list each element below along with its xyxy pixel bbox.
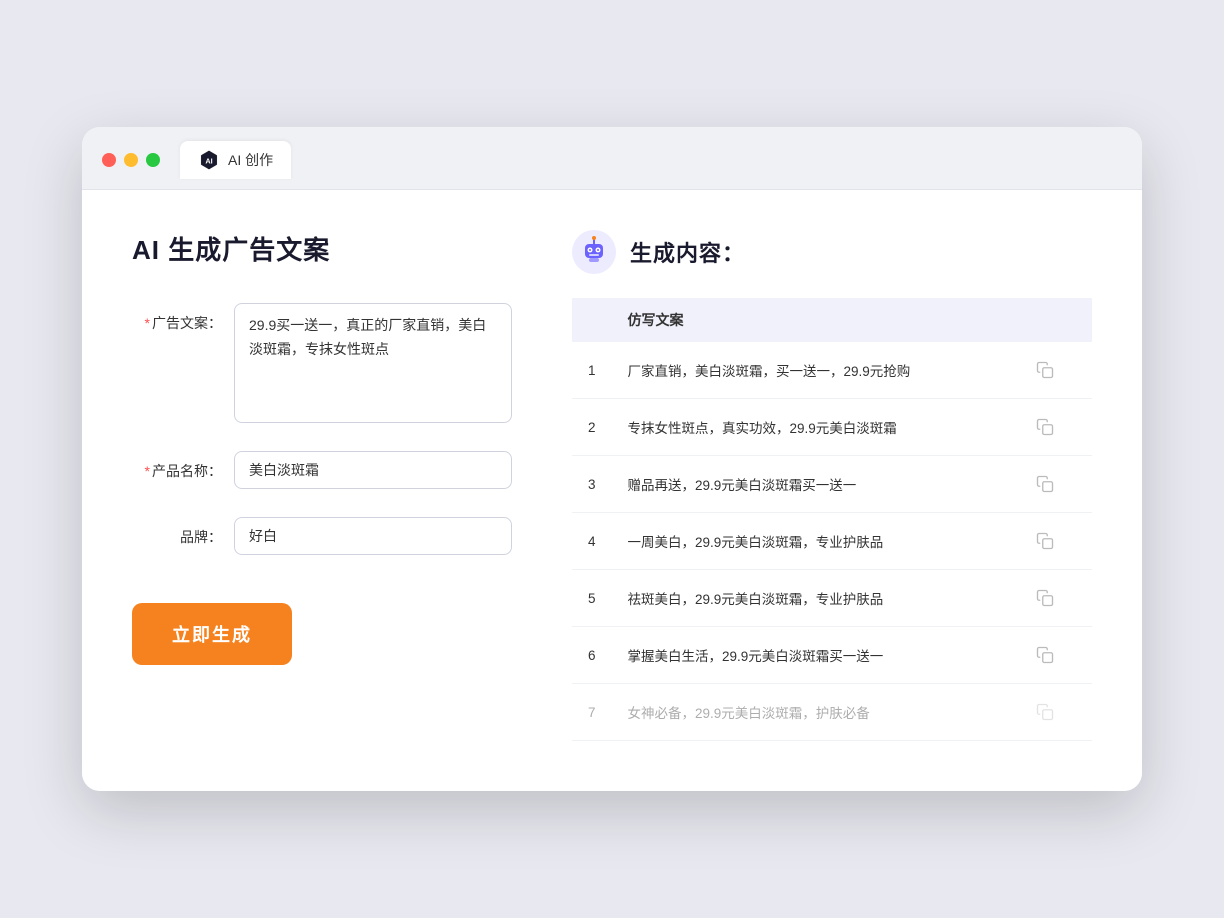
ai-tab[interactable]: AI AI 创作 [180,141,291,179]
svg-text:AI: AI [205,157,212,166]
product-name-label: *产品名称： [132,451,222,481]
table-row: 1厂家直销，美白淡斑霜，买一送一，29.9元抢购 [572,342,1092,399]
copy-button[interactable] [1031,527,1059,555]
table-header-row: 仿写文案 [572,298,1092,342]
copy-button[interactable] [1031,356,1059,384]
ai-tab-icon: AI [198,149,220,171]
copy-button[interactable] [1031,641,1059,669]
copy-cell [1015,456,1092,513]
col-copy: 仿写文案 [612,298,1016,342]
ad-copy-group: *广告文案： 29.9买一送一，真正的厂家直销，美白淡斑霜，专抹女性斑点 [132,303,512,423]
col-action [1015,298,1092,342]
ad-copy-input[interactable]: 29.9买一送一，真正的厂家直销，美白淡斑霜，专抹女性斑点 [234,303,512,423]
copy-button[interactable] [1031,698,1059,726]
titlebar: AI AI 创作 [82,127,1142,190]
copy-cell [1015,513,1092,570]
left-panel: AI 生成广告文案 *广告文案： 29.9买一送一，真正的厂家直销，美白淡斑霜，… [132,230,512,741]
results-table: 仿写文案 1厂家直销，美白淡斑霜，买一送一，29.9元抢购 2专抹女性斑点，真实… [572,298,1092,741]
close-button[interactable] [102,153,116,167]
row-number: 4 [572,513,612,570]
row-text: 专抹女性斑点，真实功效，29.9元美白淡斑霜 [612,399,1016,456]
row-number: 5 [572,570,612,627]
table-row: 3赠品再送，29.9元美白淡斑霜买一送一 [572,456,1092,513]
brand-label: 品牌： [132,517,222,547]
row-number: 7 [572,684,612,741]
row-text: 女神必备，29.9元美白淡斑霜，护肤必备 [612,684,1016,741]
copy-cell [1015,684,1092,741]
generate-button[interactable]: 立即生成 [132,603,292,665]
required-star-2: * [145,463,150,479]
copy-button[interactable] [1031,470,1059,498]
table-row: 5祛斑美白，29.9元美白淡斑霜，专业护肤品 [572,570,1092,627]
col-num [572,298,612,342]
row-number: 3 [572,456,612,513]
row-text: 一周美白，29.9元美白淡斑霜，专业护肤品 [612,513,1016,570]
right-header: 生成内容： [572,230,1092,274]
brand-input[interactable] [234,517,512,555]
main-content: AI 生成广告文案 *广告文案： 29.9买一送一，真正的厂家直销，美白淡斑霜，… [82,190,1142,791]
right-title: 生成内容： [630,236,745,268]
copy-button[interactable] [1031,413,1059,441]
product-name-input[interactable] [234,451,512,489]
row-text: 掌握美白生活，29.9元美白淡斑霜买一送一 [612,627,1016,684]
row-number: 1 [572,342,612,399]
window-controls [102,153,160,167]
table-row: 2专抹女性斑点，真实功效，29.9元美白淡斑霜 [572,399,1092,456]
row-text: 厂家直销，美白淡斑霜，买一送一，29.9元抢购 [612,342,1016,399]
ai-robot-icon [572,230,616,274]
table-row: 7女神必备，29.9元美白淡斑霜，护肤必备 [572,684,1092,741]
copy-button[interactable] [1031,584,1059,612]
row-text: 赠品再送，29.9元美白淡斑霜买一送一 [612,456,1016,513]
row-text: 祛斑美白，29.9元美白淡斑霜，专业护肤品 [612,570,1016,627]
table-row: 6掌握美白生活，29.9元美白淡斑霜买一送一 [572,627,1092,684]
copy-cell [1015,570,1092,627]
brand-group: 品牌： [132,517,512,555]
minimize-button[interactable] [124,153,138,167]
required-star: * [145,315,150,331]
copy-cell [1015,399,1092,456]
row-number: 2 [572,399,612,456]
browser-window: AI AI 创作 AI 生成广告文案 *广告文案： 29.9买一送一，真正的厂家… [82,127,1142,791]
table-row: 4一周美白，29.9元美白淡斑霜，专业护肤品 [572,513,1092,570]
copy-cell [1015,627,1092,684]
row-number: 6 [572,627,612,684]
page-title: AI 生成广告文案 [132,230,512,267]
maximize-button[interactable] [146,153,160,167]
tab-label: AI 创作 [228,150,273,170]
copy-cell [1015,342,1092,399]
ad-copy-label: *广告文案： [132,303,222,333]
right-panel: 生成内容： 仿写文案 1厂家直销，美白淡斑霜，买一送一，29.9元抢购 2专抹女… [572,230,1092,741]
product-name-group: *产品名称： [132,451,512,489]
